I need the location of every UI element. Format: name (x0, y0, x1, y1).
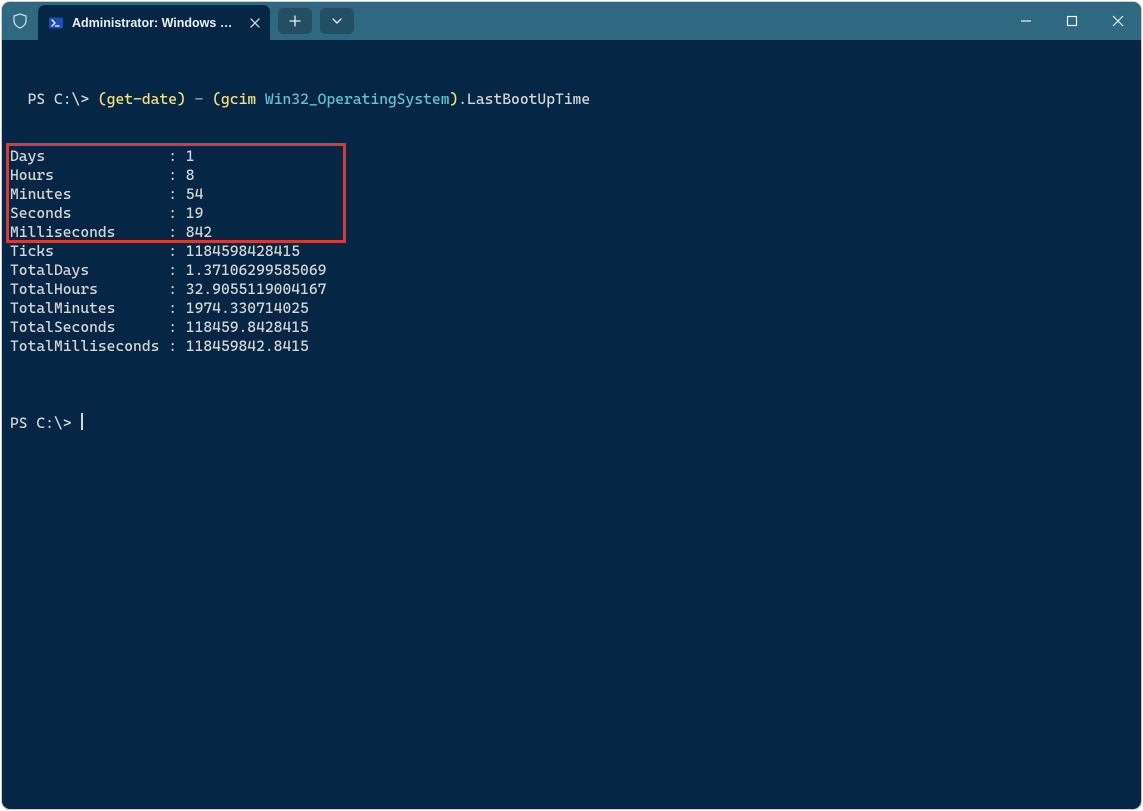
tab-title: Administrator: Windows Powe (72, 16, 239, 30)
powershell-icon (48, 15, 64, 31)
maximize-icon (1066, 15, 1078, 27)
plus-icon (289, 15, 301, 27)
output-label: Hours (10, 166, 168, 184)
cmd-paren: ( (98, 90, 107, 108)
tab-dropdown-button[interactable] (320, 8, 354, 34)
output-value: 118459842.8415 (186, 337, 309, 355)
output-value: 1.37106299585069 (186, 261, 327, 279)
output-label: Milliseconds (10, 223, 168, 241)
close-button[interactable] (1095, 2, 1141, 40)
output-label: Ticks (10, 242, 168, 260)
new-tab-button[interactable] (278, 8, 312, 34)
cmd-member: .LastBootUpTime (458, 90, 590, 108)
prompt-ps: PS (10, 414, 36, 432)
output-sep: : (168, 337, 186, 355)
terminal-pane[interactable]: PS C:\> (get-date) - (gcim Win32_Operati… (2, 40, 1141, 809)
output-value: 8 (186, 166, 195, 184)
output-value: 32.9055119004167 (186, 280, 327, 298)
output-sep: : (168, 204, 186, 222)
cmd-paren: ) (450, 90, 459, 108)
output-value: 1974.330714025 (186, 299, 309, 317)
output-label: Days (10, 147, 168, 165)
output-label: TotalHours (10, 280, 168, 298)
cmd-class: Win32_OperatingSystem (256, 90, 449, 108)
terminal-window: Administrator: Windows Powe (2, 2, 1141, 809)
output-sep: : (168, 318, 186, 336)
tab-close-button[interactable] (247, 15, 262, 31)
admin-shield-icon (2, 2, 38, 40)
prompt-ps: PS (28, 90, 54, 108)
maximize-button[interactable] (1049, 2, 1095, 40)
prompt-path: C:\> (54, 90, 98, 108)
output-value: 842 (186, 223, 212, 241)
output-sep: : (168, 261, 186, 279)
minimize-icon (1020, 15, 1032, 27)
output-label: TotalMinutes (10, 299, 168, 317)
cmd-gcim: gcim (221, 90, 256, 108)
output-value: 1184598428415 (186, 242, 300, 260)
cmd-paren: ( (212, 90, 221, 108)
output-sep: : (168, 185, 186, 203)
cmd-paren: ) (177, 90, 186, 108)
close-icon (1112, 15, 1124, 27)
cmd-getdate: get-date (107, 90, 177, 108)
tab-active[interactable]: Administrator: Windows Powe (38, 5, 270, 40)
output-label: TotalMilliseconds (10, 337, 168, 355)
output-sep: : (168, 166, 186, 184)
output-label: TotalDays (10, 261, 168, 279)
output-value: 54 (186, 185, 204, 203)
minimize-button[interactable] (1003, 2, 1049, 40)
prompt-path: C:\> (36, 414, 80, 432)
output-sep: : (168, 280, 186, 298)
text-cursor (81, 413, 83, 430)
output-label: Minutes (10, 185, 168, 203)
output-label: Seconds (10, 204, 168, 222)
titlebar-drag-region[interactable] (354, 2, 1003, 40)
titlebar-left: Administrator: Windows Powe (2, 2, 354, 40)
output-value: 1 (186, 147, 195, 165)
titlebar: Administrator: Windows Powe (2, 2, 1141, 40)
output-sep: : (168, 299, 186, 317)
output-value: 19 (186, 204, 204, 222)
cmd-minus: - (186, 90, 212, 108)
chevron-down-icon (331, 15, 343, 27)
window-controls (1003, 2, 1141, 40)
output-sep: : (168, 242, 186, 260)
output-value: 118459.8428415 (186, 318, 309, 336)
output-sep: : (168, 223, 186, 241)
output-label: TotalSeconds (10, 318, 168, 336)
output-sep: : (168, 147, 186, 165)
